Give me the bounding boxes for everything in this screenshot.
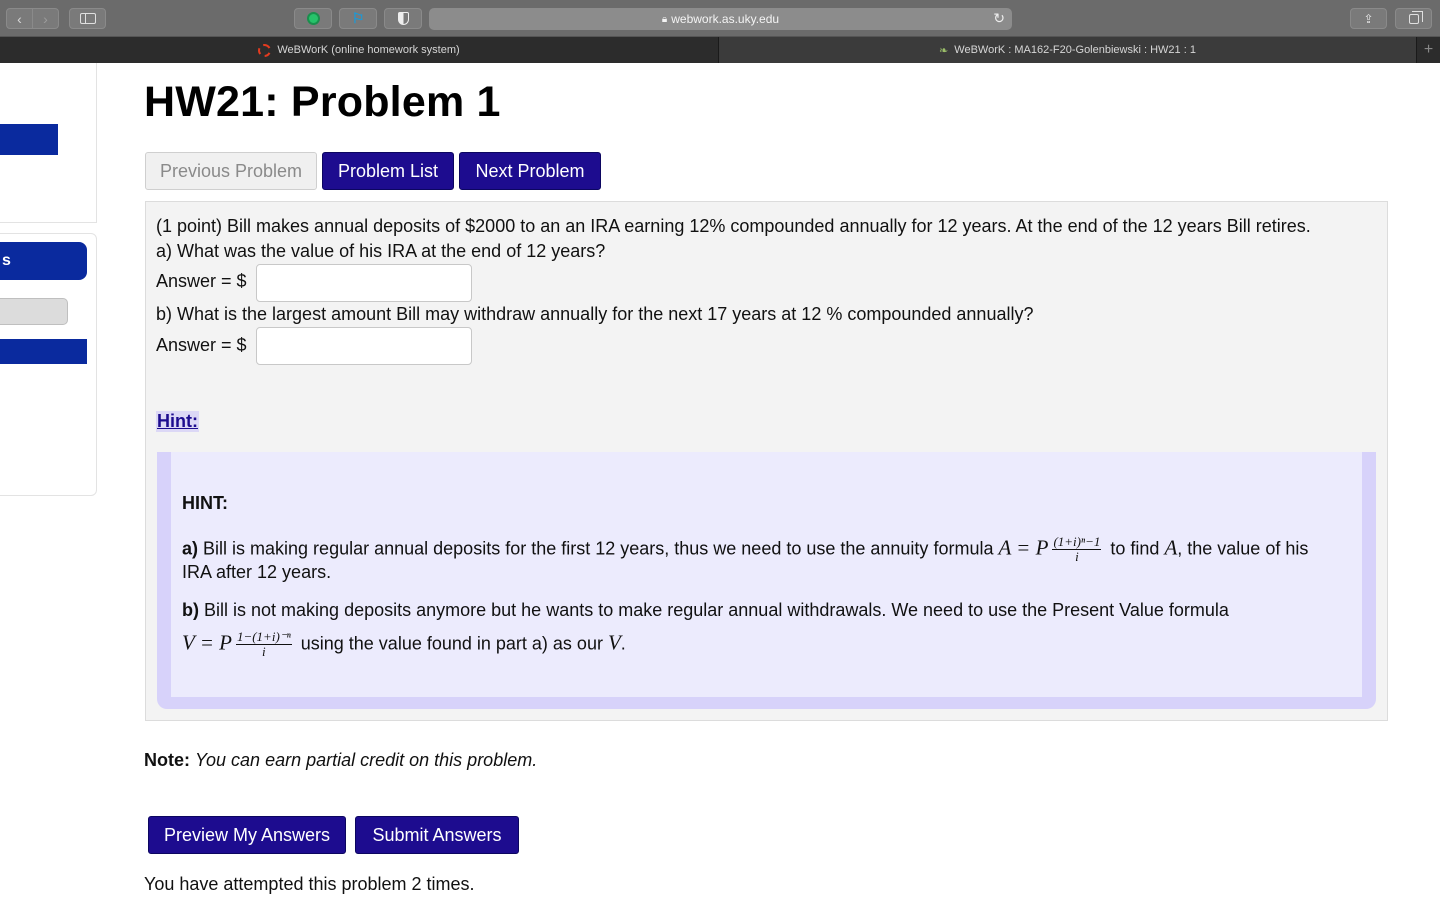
answer-a-label: Answer = $ bbox=[156, 271, 247, 291]
tab-webwork-problem[interactable]: ❧ WeBWorK : MA162-F20-Golenbiewski : HW2… bbox=[719, 37, 1417, 63]
back-icon[interactable]: ‹ bbox=[7, 9, 32, 28]
hint-part-b: b) Bill is not making deposits anymore b… bbox=[182, 600, 1229, 621]
hint-a-after: , the value of his bbox=[1177, 538, 1309, 559]
browser-toolbar: ‹ › ⚐ 🔒︎ webwork.as.uky.edu ↻ ⇪ bbox=[0, 0, 1440, 37]
puzzle-icon: ⚐ bbox=[351, 10, 365, 26]
annuity-denominator: i bbox=[1075, 549, 1079, 564]
present-value-formula-fraction: 1−(1+i)⁻ⁿ i bbox=[235, 629, 292, 659]
hint-a-line2: IRA after 12 years. bbox=[182, 562, 332, 582]
hint-panel bbox=[171, 452, 1362, 697]
problem-part-a: a) What was the value of his IRA at the … bbox=[156, 241, 606, 261]
extension-button[interactable]: ⚐ bbox=[339, 8, 377, 29]
problem-intro: (1 point) Bill makes annual deposits of … bbox=[156, 216, 1311, 236]
history-nav: ‹ › bbox=[6, 8, 59, 29]
sidebar-icon bbox=[79, 13, 96, 24]
hint-a-text: Bill is making regular annual deposits f… bbox=[203, 538, 994, 559]
hint-a-label: a) bbox=[182, 538, 199, 559]
next-problem-button[interactable]: Next Problem bbox=[459, 152, 601, 190]
note-text: You can earn partial credit on this prob… bbox=[195, 750, 538, 770]
webwork-favicon-icon: ❧ bbox=[939, 44, 949, 57]
pv-numerator: 1−(1+i)⁻ⁿ bbox=[235, 629, 292, 645]
partial-credit-note: Note: You can earn partial credit on thi… bbox=[144, 750, 537, 771]
share-button[interactable]: ⇪ bbox=[1350, 8, 1387, 29]
hint-b-after: using the value found in part a) as our bbox=[300, 633, 603, 654]
preview-answers-button[interactable]: Preview My Answers bbox=[148, 816, 346, 854]
tab-webwork-home[interactable]: WeBWorK (online homework system) bbox=[0, 37, 719, 63]
tab-title: WeBWorK : MA162-F20-Golenbiewski : HW21 … bbox=[954, 44, 1196, 56]
url-text: webwork.as.uky.edu bbox=[671, 12, 780, 26]
extension-grammarly-button[interactable] bbox=[294, 8, 332, 29]
annuity-formula-lhs: A = P bbox=[998, 535, 1049, 560]
annuity-formula-fraction: (1+i)ⁿ−1 i bbox=[1052, 534, 1102, 564]
previous-problem-button[interactable]: Previous Problem bbox=[145, 152, 317, 190]
variable-v: V bbox=[607, 630, 621, 655]
hint-toggle-link[interactable]: Hint: bbox=[156, 411, 199, 432]
sidebar-toggle-button[interactable] bbox=[69, 8, 106, 29]
pv-denominator: i bbox=[262, 644, 266, 659]
sidebar-input[interactable] bbox=[0, 298, 68, 325]
hint-b-formula-line: V = P 1−(1+i)⁻ⁿ i using the value found in… bbox=[182, 630, 626, 659]
hint-part-a: a) Bill is making regular annual deposit… bbox=[182, 535, 1308, 564]
present-value-formula-lhs: V = P bbox=[182, 630, 232, 655]
forward-icon[interactable]: › bbox=[32, 9, 58, 28]
hint-heading: HINT: bbox=[182, 493, 228, 513]
answer-b-label: Answer = $ bbox=[156, 335, 247, 355]
address-bar[interactable]: 🔒︎ webwork.as.uky.edu ↻ bbox=[429, 8, 1012, 30]
lock-icon: 🔒︎ bbox=[661, 13, 668, 25]
note-label: Note: bbox=[144, 750, 190, 770]
hint-b-text: Bill is not making deposits anymore but … bbox=[204, 600, 1229, 620]
variable-a: A bbox=[1164, 535, 1178, 560]
extension-icon bbox=[306, 12, 320, 25]
webwork-favicon-icon bbox=[258, 43, 272, 57]
page-title: HW21: Problem 1 bbox=[144, 78, 501, 126]
tab-strip: WeBWorK (online homework system) ❧ WeBWo… bbox=[0, 37, 1440, 63]
annuity-numerator: (1+i)ⁿ−1 bbox=[1052, 534, 1102, 550]
hint-b-period: . bbox=[620, 633, 626, 654]
hint-b-label: b) bbox=[182, 600, 199, 620]
sidebar-button[interactable] bbox=[0, 339, 87, 364]
hint-a-mid: to find bbox=[1110, 538, 1160, 559]
tab-title: WeBWorK (online homework system) bbox=[277, 44, 460, 56]
shield-icon bbox=[397, 12, 409, 25]
problem-list-button[interactable]: Problem List bbox=[322, 152, 454, 190]
sidebar-link[interactable] bbox=[0, 124, 58, 155]
tab-overview-button[interactable] bbox=[1395, 8, 1432, 29]
reload-icon[interactable]: ↻ bbox=[993, 10, 1005, 27]
answer-a-input[interactable] bbox=[256, 264, 472, 302]
submit-answers-button[interactable]: Submit Answers bbox=[355, 816, 519, 854]
privacy-button[interactable] bbox=[384, 8, 422, 29]
share-icon: ⇪ bbox=[1363, 11, 1374, 26]
sidebar-active-item[interactable]: s bbox=[0, 242, 87, 280]
new-tab-button[interactable]: + bbox=[1417, 37, 1440, 63]
problem-part-b: b) What is the largest amount Bill may w… bbox=[156, 304, 1034, 324]
answer-b-input[interactable] bbox=[256, 327, 472, 365]
tabs-icon bbox=[1408, 10, 1423, 24]
attempts-status: You have attempted this problem 2 times. bbox=[144, 874, 475, 894]
